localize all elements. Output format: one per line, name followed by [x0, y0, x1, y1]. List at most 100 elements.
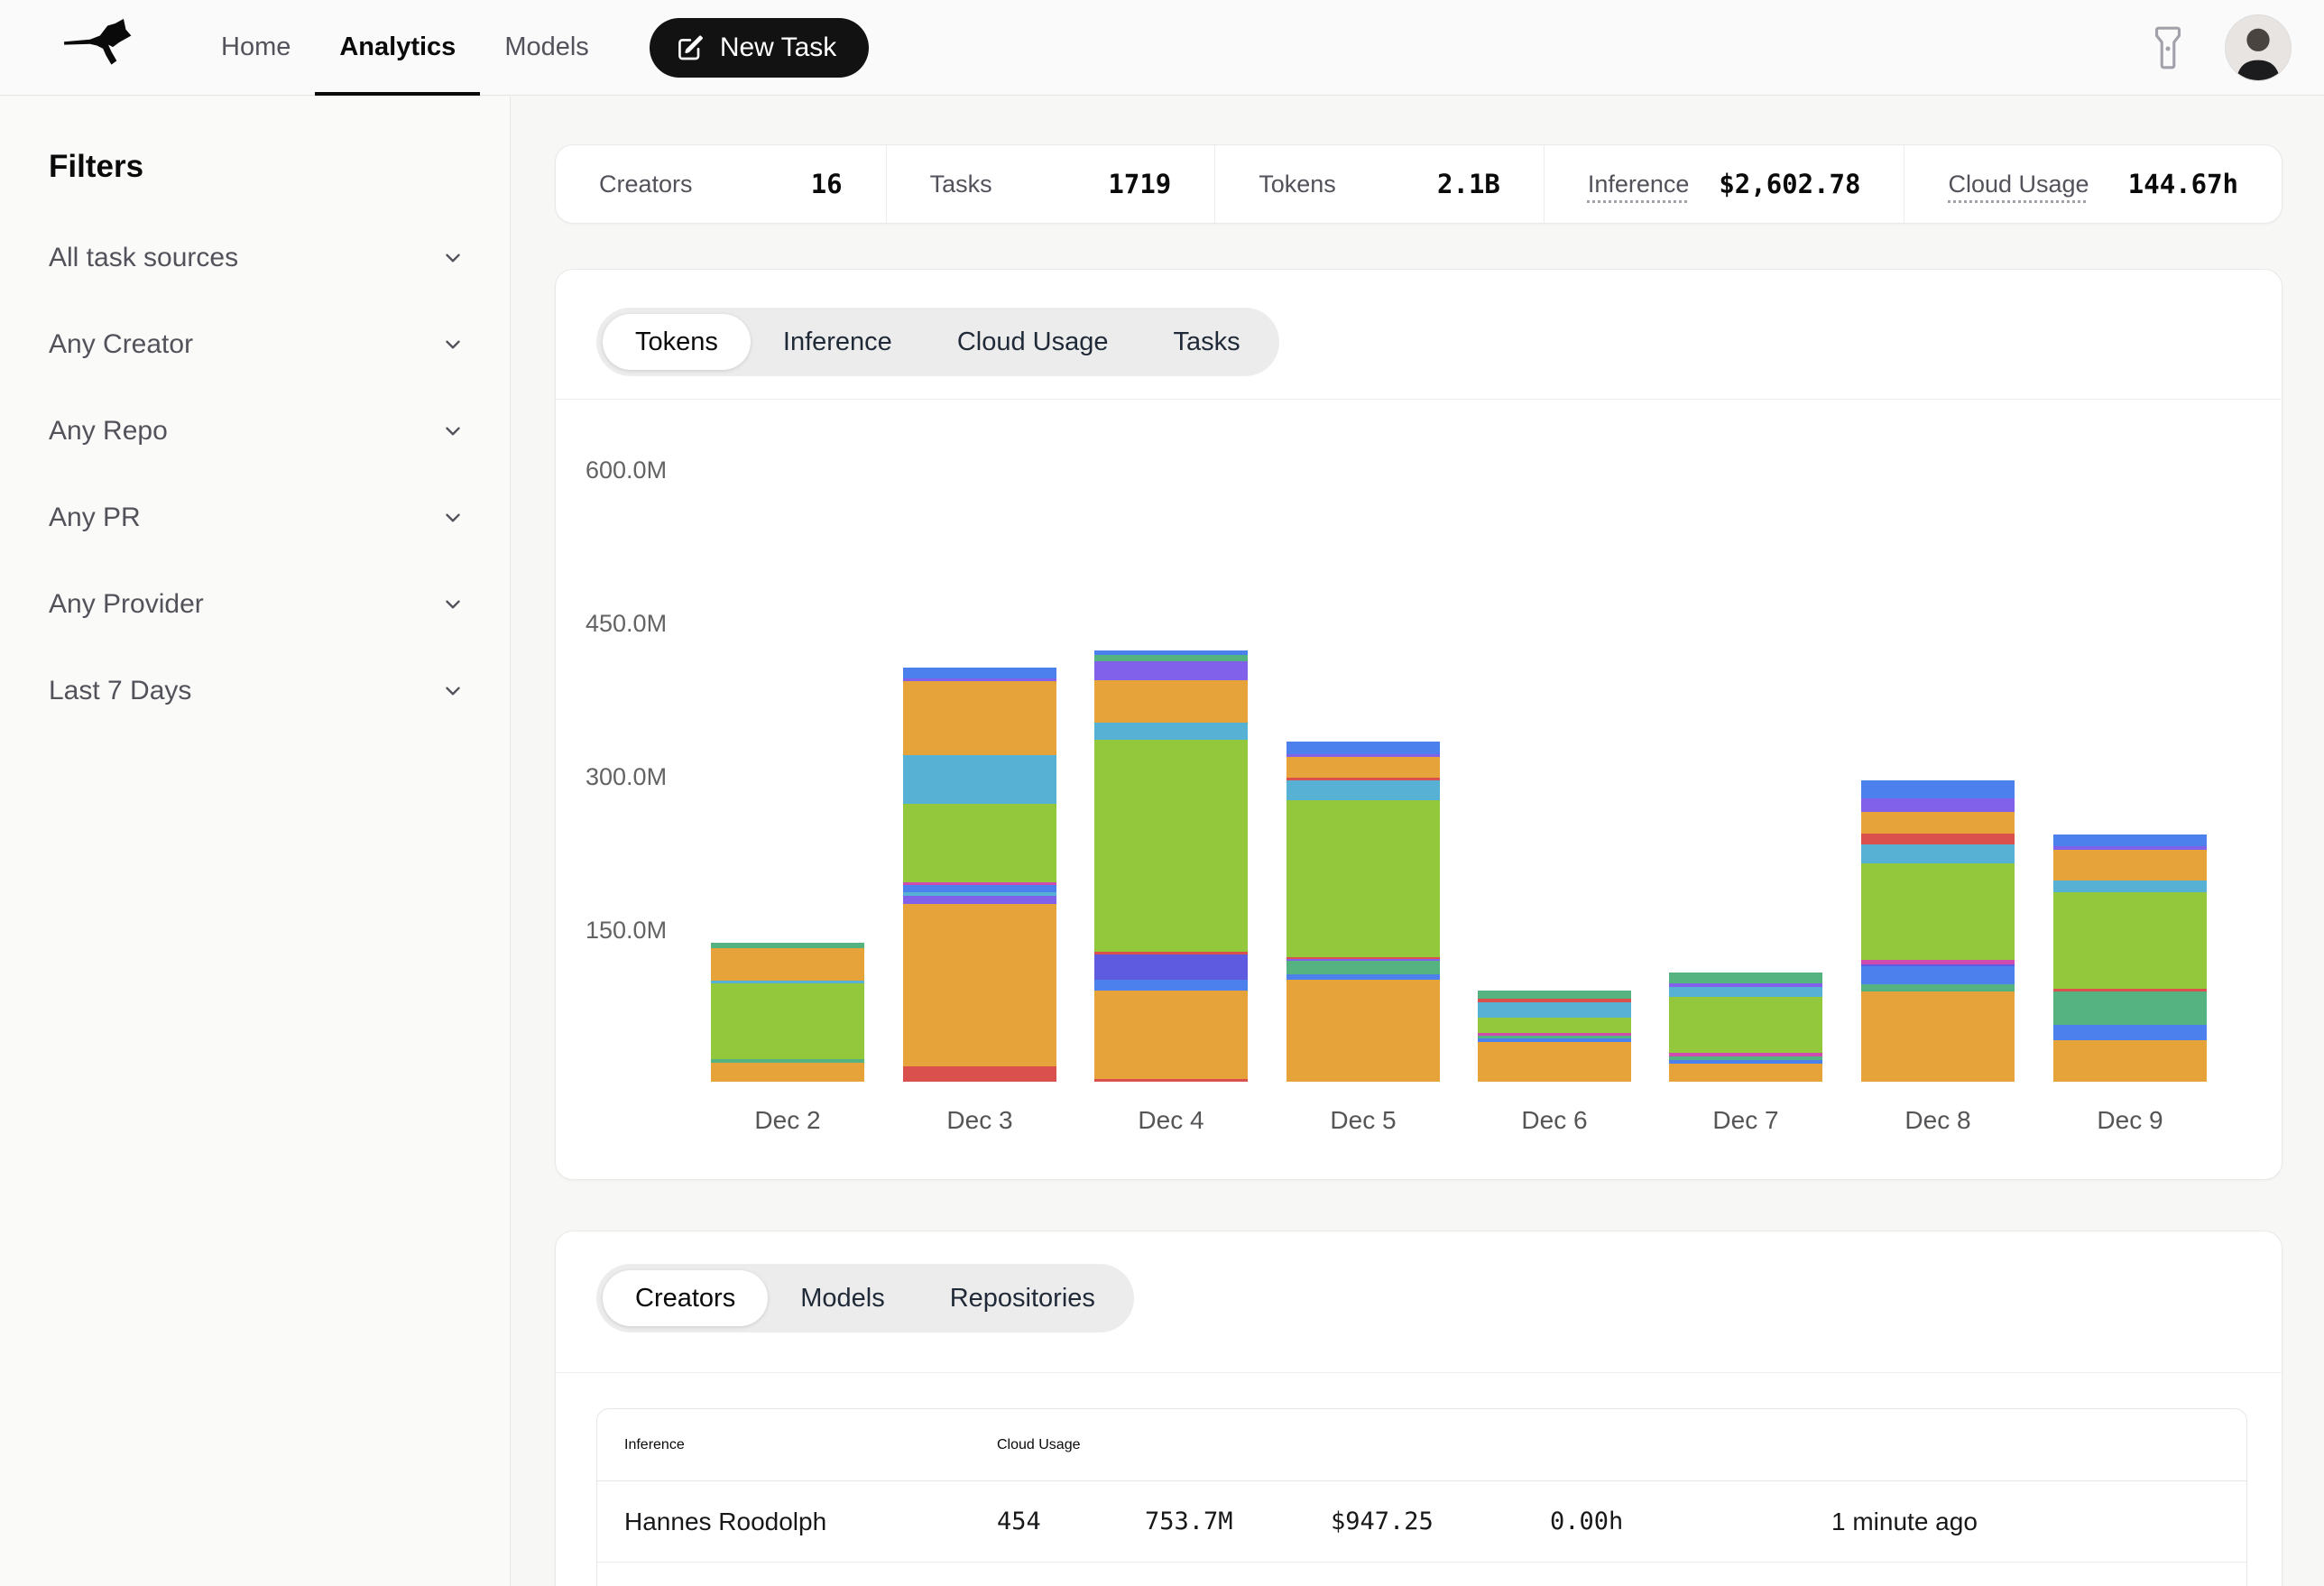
bar-segment-orange [1861, 812, 2015, 834]
bar-segment-red [903, 1066, 1056, 1082]
bar-dec-5[interactable] [1286, 742, 1440, 1082]
bar-segment-blue [1286, 742, 1440, 755]
bar-dec-3[interactable] [903, 668, 1056, 1082]
stat-cloud-usage-label[interactable]: Cloud Usage [1948, 171, 2089, 198]
filter-creator[interactable]: Any Creator [49, 322, 465, 367]
creators-table: Inference Cloud Usage Hannes Roodolph 45… [596, 1408, 2247, 1586]
bar-segment-blue [903, 668, 1056, 679]
bar-segment-purple [1861, 798, 2015, 812]
nav-link-analytics[interactable]: Analytics [315, 0, 480, 96]
filter-pr[interactable]: Any PR [49, 495, 465, 540]
nav-link-home-label: Home [221, 32, 290, 62]
breakdown-card: Creators Models Repositories Inference C… [555, 1231, 2282, 1586]
filter-date-range[interactable]: Last 7 Days [49, 669, 465, 714]
stat-tasks: Tasks 1719 [886, 145, 1215, 223]
table-row[interactable]: Rooviewer 440 544.3M $376.28 75.23h 3 mi… [597, 1563, 2246, 1586]
filters-title: Filters [49, 149, 465, 185]
chart-tab-tasks[interactable]: Tasks [1140, 314, 1272, 370]
nav-link-models-label: Models [504, 32, 589, 62]
filter-date-range-label: Last 7 Days [49, 676, 191, 706]
stat-cloud-usage-value: 144.67h [2128, 169, 2238, 199]
bar-segment-skyblue [1286, 780, 1440, 801]
chart-metric-tabs: Tokens Inference Cloud Usage Tasks [596, 308, 1279, 376]
bar-segment-blue [1094, 980, 1248, 991]
stat-creators-value: 16 [811, 169, 843, 199]
bar-segment-teal [1861, 984, 2015, 991]
x-axis-label-dec-8: Dec 8 [1861, 1106, 2015, 1135]
avatar[interactable] [2225, 14, 2292, 81]
bar-segment-teal [2053, 991, 2207, 1024]
bar-dec-4[interactable] [1094, 650, 1248, 1082]
flashlight-button[interactable] [2151, 24, 2185, 71]
stat-tasks-value: 1719 [1108, 169, 1171, 199]
bar-segment-skyblue [903, 755, 1056, 803]
bar-segment-orange [1094, 680, 1248, 724]
breakdown-tab-creators[interactable]: Creators [603, 1270, 768, 1326]
stat-tokens-value: 2.1B [1437, 169, 1500, 199]
cell-creator: Hannes Roodolph [624, 1508, 997, 1536]
bar-segment-orange [2053, 850, 2207, 881]
primary-nav: Home Analytics Models [197, 0, 613, 96]
bar-segment-orange [711, 948, 864, 981]
bar-dec-2[interactable] [711, 943, 864, 1082]
avatar-image [2226, 15, 2291, 81]
bar-dec-7[interactable] [1669, 973, 1822, 1082]
chevron-down-icon [441, 506, 465, 530]
card-divider [556, 399, 2282, 400]
bar-segment-skyblue [1478, 1002, 1631, 1018]
bar-segment-orange [2053, 1040, 2207, 1083]
nav-link-home[interactable]: Home [197, 0, 315, 96]
stat-inference-label[interactable]: Inference [1588, 171, 1690, 198]
chart-tab-inference[interactable]: Inference [751, 314, 925, 370]
bar-segment-green [1094, 740, 1248, 952]
breakdown-tab-models[interactable]: Models [768, 1270, 918, 1326]
bar-segment-purple [903, 896, 1056, 904]
main-content: Creators 16 Tasks 1719 Tokens 2.1B Infer… [512, 97, 2324, 1586]
top-navigation: Home Analytics Models New Task [0, 0, 2324, 96]
card-divider [556, 1372, 2282, 1373]
bar-dec-6[interactable] [1478, 991, 1631, 1082]
x-axis-label-dec-2: Dec 2 [711, 1106, 864, 1135]
new-task-button[interactable]: New Task [650, 18, 870, 78]
x-axis-label-dec-9: Dec 9 [2053, 1106, 2207, 1135]
chart-tab-tokens[interactable]: Tokens [603, 314, 751, 370]
filter-provider-label: Any Provider [49, 589, 204, 620]
stat-tasks-label: Tasks [930, 171, 992, 198]
bar-segment-orange [903, 681, 1056, 756]
filter-provider[interactable]: Any Provider [49, 582, 465, 627]
x-axis-label-dec-6: Dec 6 [1478, 1106, 1631, 1135]
nav-link-analytics-label: Analytics [339, 32, 456, 62]
stat-tokens-label: Tokens [1259, 171, 1336, 198]
active-tab-underline [315, 92, 480, 96]
summary-stats-bar: Creators 16 Tasks 1719 Tokens 2.1B Infer… [555, 144, 2282, 224]
breakdown-tabs: Creators Models Repositories [596, 1264, 1134, 1332]
bar-segment-orange [1861, 991, 2015, 1082]
breakdown-tab-repositories[interactable]: Repositories [918, 1270, 1128, 1326]
bar-segment-teal [1286, 961, 1440, 974]
bar-segment-orange [1286, 980, 1440, 1082]
nav-right-actions [2151, 14, 2292, 81]
bar-segment-skyblue [1669, 987, 1822, 997]
filter-repo[interactable]: Any Repo [49, 409, 465, 454]
filter-task-sources[interactable]: All task sources [49, 235, 465, 281]
y-axis-tick-300M: 300.0M [586, 763, 667, 790]
bar-segment-red [1094, 1079, 1248, 1082]
nav-link-models[interactable]: Models [480, 0, 613, 96]
chart-tab-cloud-usage[interactable]: Cloud Usage [925, 314, 1141, 370]
bar-dec-8[interactable] [1861, 780, 2015, 1082]
bar-segment-blue [1861, 780, 2015, 798]
stat-creators: Creators 16 [556, 145, 886, 223]
table-row[interactable]: Hannes Roodolph 454 753.7M $947.25 0.00h… [597, 1481, 2246, 1563]
bar-segment-purple [1094, 661, 1248, 679]
bar-segment-green [2053, 892, 2207, 989]
bar-segment-orange [903, 904, 1056, 1066]
kangaroo-logo[interactable] [54, 14, 153, 82]
cell-inference: $947.25 [1331, 1508, 1550, 1535]
y-axis-tick-600M: 600.0M [586, 456, 667, 484]
bar-segment-orange [711, 1063, 864, 1083]
y-axis-tick-150M: 150.0M [586, 917, 667, 944]
chevron-down-icon [441, 333, 465, 356]
bar-dec-9[interactable] [2053, 834, 2207, 1082]
bar-segment-skyblue [2053, 881, 2207, 893]
bar-segment-teal [1094, 655, 1248, 661]
